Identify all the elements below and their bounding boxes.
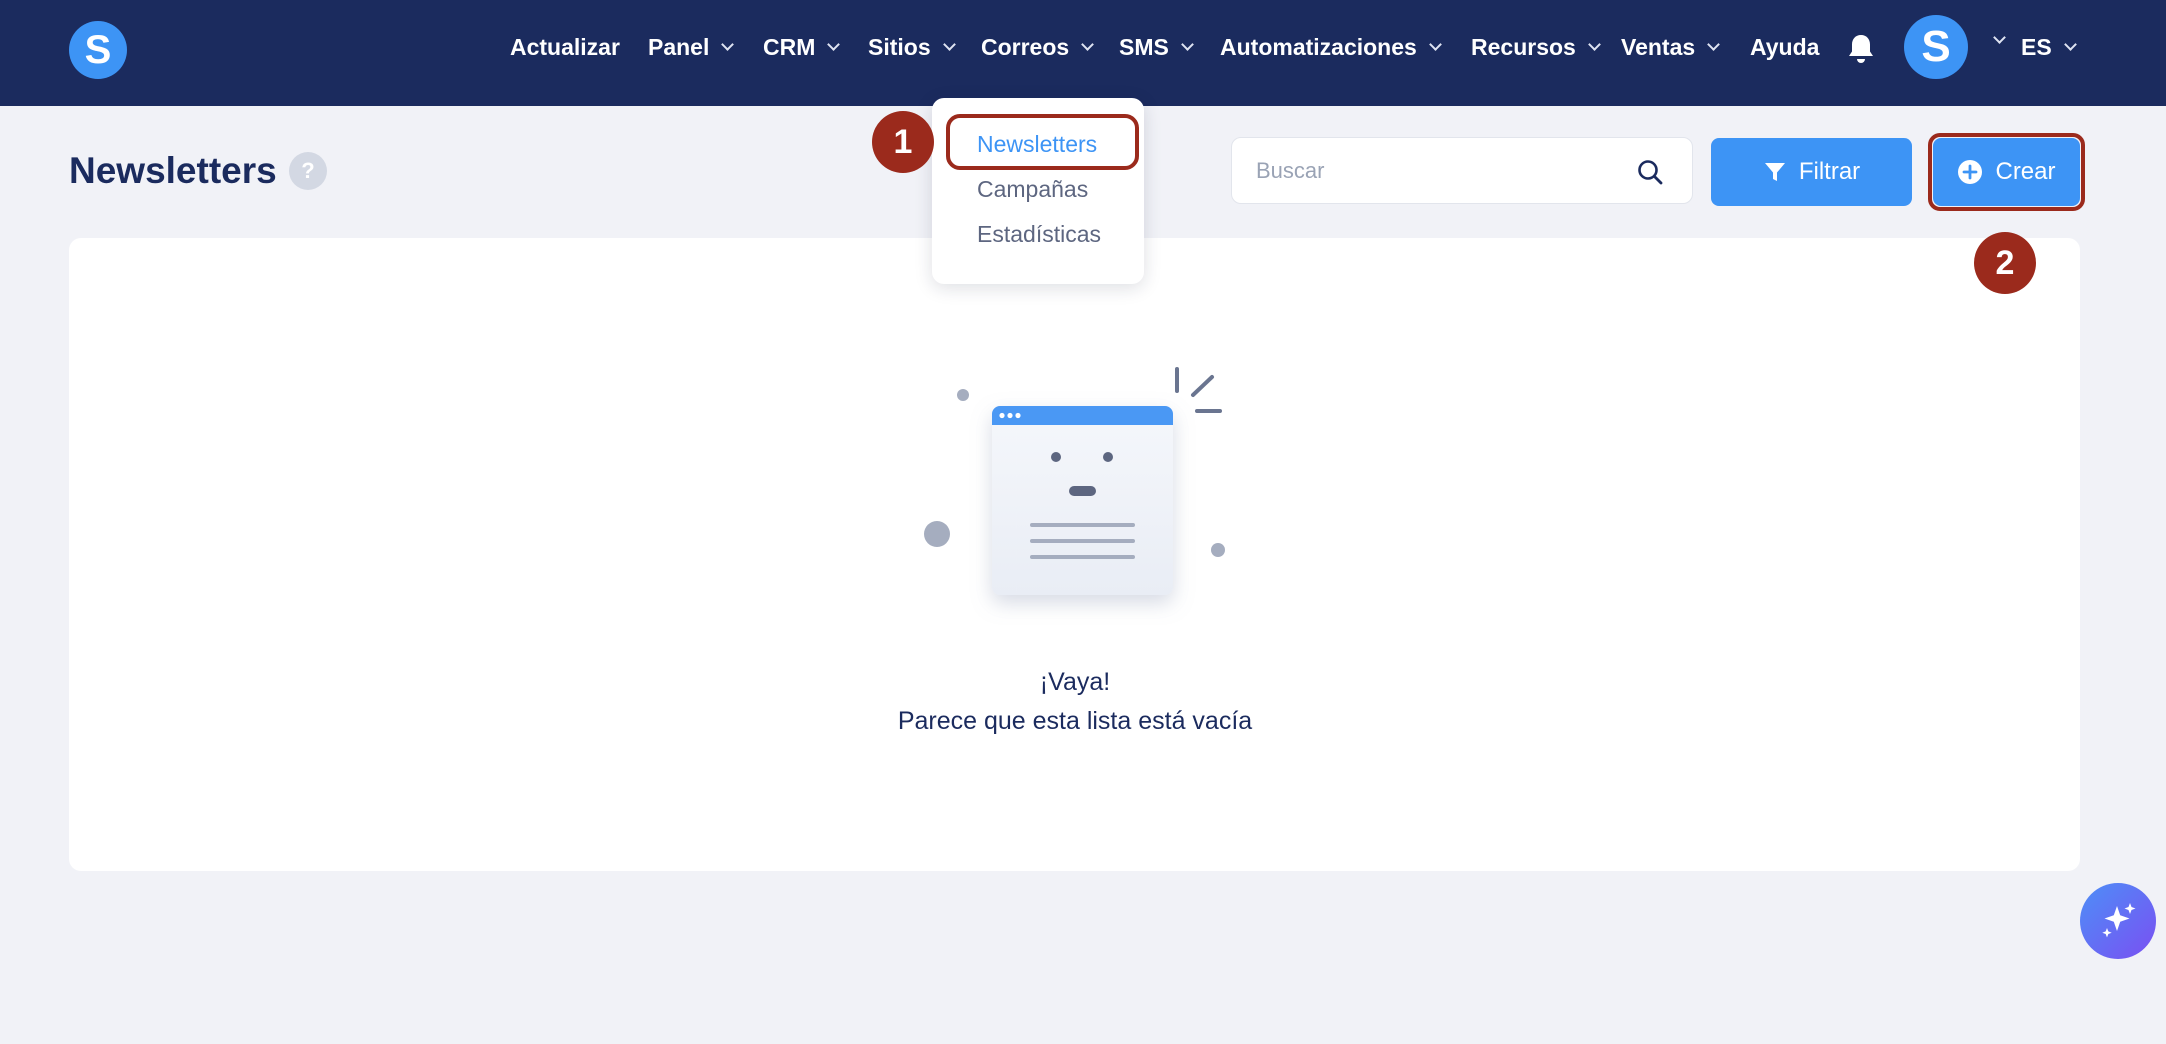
- chevron-down-icon: [721, 38, 735, 51]
- newsletters-highlight: [946, 114, 1139, 170]
- nav-item-ventas[interactable]: Ventas: [1621, 30, 1721, 64]
- step-marker-1: 1: [872, 111, 934, 173]
- nav-item-sitios[interactable]: Sitios: [868, 30, 956, 64]
- search-box: [1231, 137, 1693, 204]
- chevron-down-icon: [1180, 38, 1194, 51]
- nav-label-ayuda: Ayuda: [1750, 33, 1820, 60]
- ai-assistant-button[interactable]: [2080, 883, 2156, 959]
- chevron-down-icon: [1081, 38, 1095, 51]
- nav-item-crm[interactable]: CRM: [763, 30, 841, 64]
- nav-label-automatizaciones: Automatizaciones: [1220, 33, 1417, 60]
- chevron-down-icon: [1587, 38, 1601, 51]
- menu-item-campanas[interactable]: Campañas: [977, 176, 1088, 203]
- step-marker-2: 2: [1974, 232, 2036, 294]
- chevron-down-icon[interactable]: [1993, 31, 2006, 44]
- nav-label-actualizar: Actualizar: [510, 33, 620, 60]
- filter-button[interactable]: Filtrar: [1711, 138, 1912, 206]
- search-input[interactable]: [1256, 152, 1616, 190]
- empty-state-title: ¡Vaya!: [1039, 668, 1111, 696]
- sparkles-icon: [2102, 903, 2136, 938]
- chevron-down-icon: [1707, 38, 1721, 51]
- create-button-highlight: [1928, 133, 2085, 211]
- nav-label-sms: SMS: [1119, 33, 1169, 60]
- user-avatar[interactable]: S: [1904, 15, 1968, 79]
- nav-label-correos: Correos: [981, 33, 1070, 60]
- nav-item-automatizaciones[interactable]: Automatizaciones: [1220, 30, 1442, 64]
- nav-label-ventas: Ventas: [1621, 33, 1696, 60]
- page-title: Newsletters: [69, 150, 277, 191]
- empty-state-subtitle: Parece que esta lista está vacía: [897, 707, 1253, 735]
- nav-item-sms[interactable]: SMS: [1119, 30, 1194, 64]
- top-navbar: S Actualizar Panel CRM Sitios Correos SM…: [0, 0, 2166, 106]
- language-label: ES: [2021, 33, 2052, 60]
- nav-item-recursos[interactable]: Recursos: [1471, 30, 1601, 64]
- nav-label-crm: CRM: [763, 33, 816, 60]
- nav-item-panel[interactable]: Panel: [648, 30, 735, 64]
- filter-icon: [1764, 163, 1785, 181]
- nav-label-sitios: Sitios: [868, 33, 931, 60]
- chevron-down-icon: [942, 38, 956, 51]
- chevron-down-icon: [1428, 38, 1442, 51]
- nav-label-panel: Panel: [648, 33, 710, 60]
- nav-label-recursos: Recursos: [1471, 33, 1576, 60]
- chevron-down-icon: [2063, 38, 2077, 51]
- chevron-down-icon: [827, 38, 841, 51]
- language-selector[interactable]: ES: [2021, 30, 2077, 64]
- nav-item-correos[interactable]: Correos: [981, 30, 1095, 64]
- help-icon[interactable]: ?: [289, 152, 327, 190]
- search-icon[interactable]: [1636, 158, 1664, 186]
- bell-icon[interactable]: [1846, 33, 1876, 65]
- menu-item-estadisticas[interactable]: Estadísticas: [977, 221, 1101, 248]
- empty-list-illustration: [924, 367, 1225, 595]
- nav-item-actualizar[interactable]: Actualizar: [510, 30, 620, 64]
- app-logo[interactable]: S: [69, 21, 127, 79]
- filter-button-label: Filtrar: [1798, 158, 1861, 185]
- nav-item-ayuda[interactable]: Ayuda: [1750, 30, 1819, 64]
